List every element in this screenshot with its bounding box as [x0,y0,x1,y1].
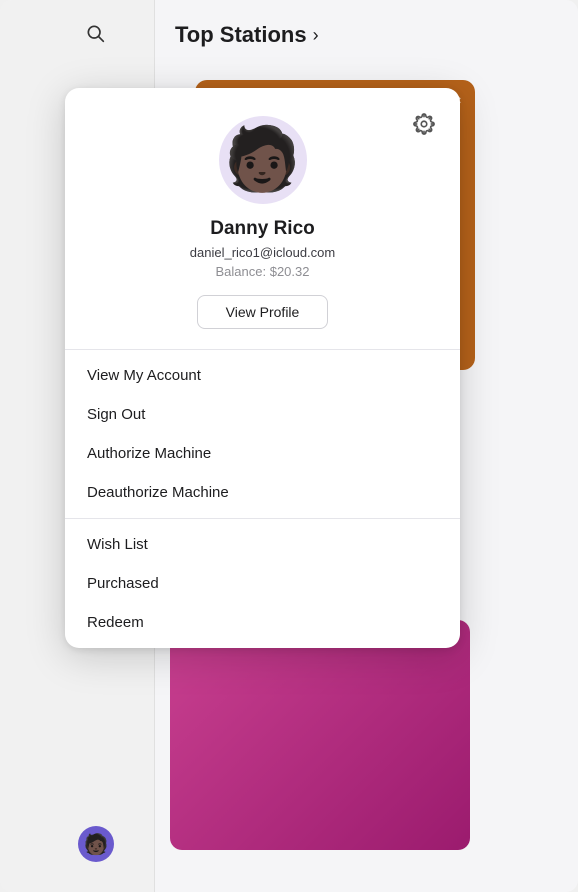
gear-icon [413,113,435,135]
user-name: Danny Rico [210,218,315,240]
chevron-right-icon: › [313,25,319,46]
page-title: Top Stations › [175,22,319,48]
dropdown-menu: 🧑🏿 Danny Rico daniel_rico1@icloud.com Ba… [65,88,460,648]
menu-item-redeem[interactable]: Redeem [65,603,460,642]
sidebar-avatar[interactable]: 🧑🏿 [78,826,114,862]
bg-card-purple: Music [170,620,470,850]
menu-item-wish-list[interactable]: Wish List [65,525,460,564]
settings-button[interactable] [408,108,440,140]
page-title-text: Top Stations [175,22,307,48]
search-button[interactable] [80,18,110,48]
menu-item-purchased[interactable]: Purchased [65,564,460,603]
sidebar-avatar-emoji: 🧑🏿 [84,832,109,857]
user-email: daniel_rico1@icloud.com [190,245,335,260]
menu-item-deauthorize-machine[interactable]: Deauthorize Machine [65,473,460,512]
search-icon [85,23,105,43]
user-avatar: 🧑🏿 [219,116,307,204]
header: Top Stations › [155,0,578,70]
view-profile-button[interactable]: View Profile [197,295,329,329]
menu-item-authorize-machine[interactable]: Authorize Machine [65,434,460,473]
profile-section: 🧑🏿 Danny Rico daniel_rico1@icloud.com Ba… [65,88,460,349]
menu-section-2: Wish List Purchased Redeem [65,519,460,648]
user-balance: Balance: $20.32 [216,264,310,279]
menu-section-1: View My Account Sign Out Authorize Machi… [65,350,460,518]
menu-item-view-my-account[interactable]: View My Account [65,356,460,395]
app-container: Music Music 🧑🏿 Top Stations › [0,0,578,892]
menu-item-sign-out[interactable]: Sign Out [65,395,460,434]
